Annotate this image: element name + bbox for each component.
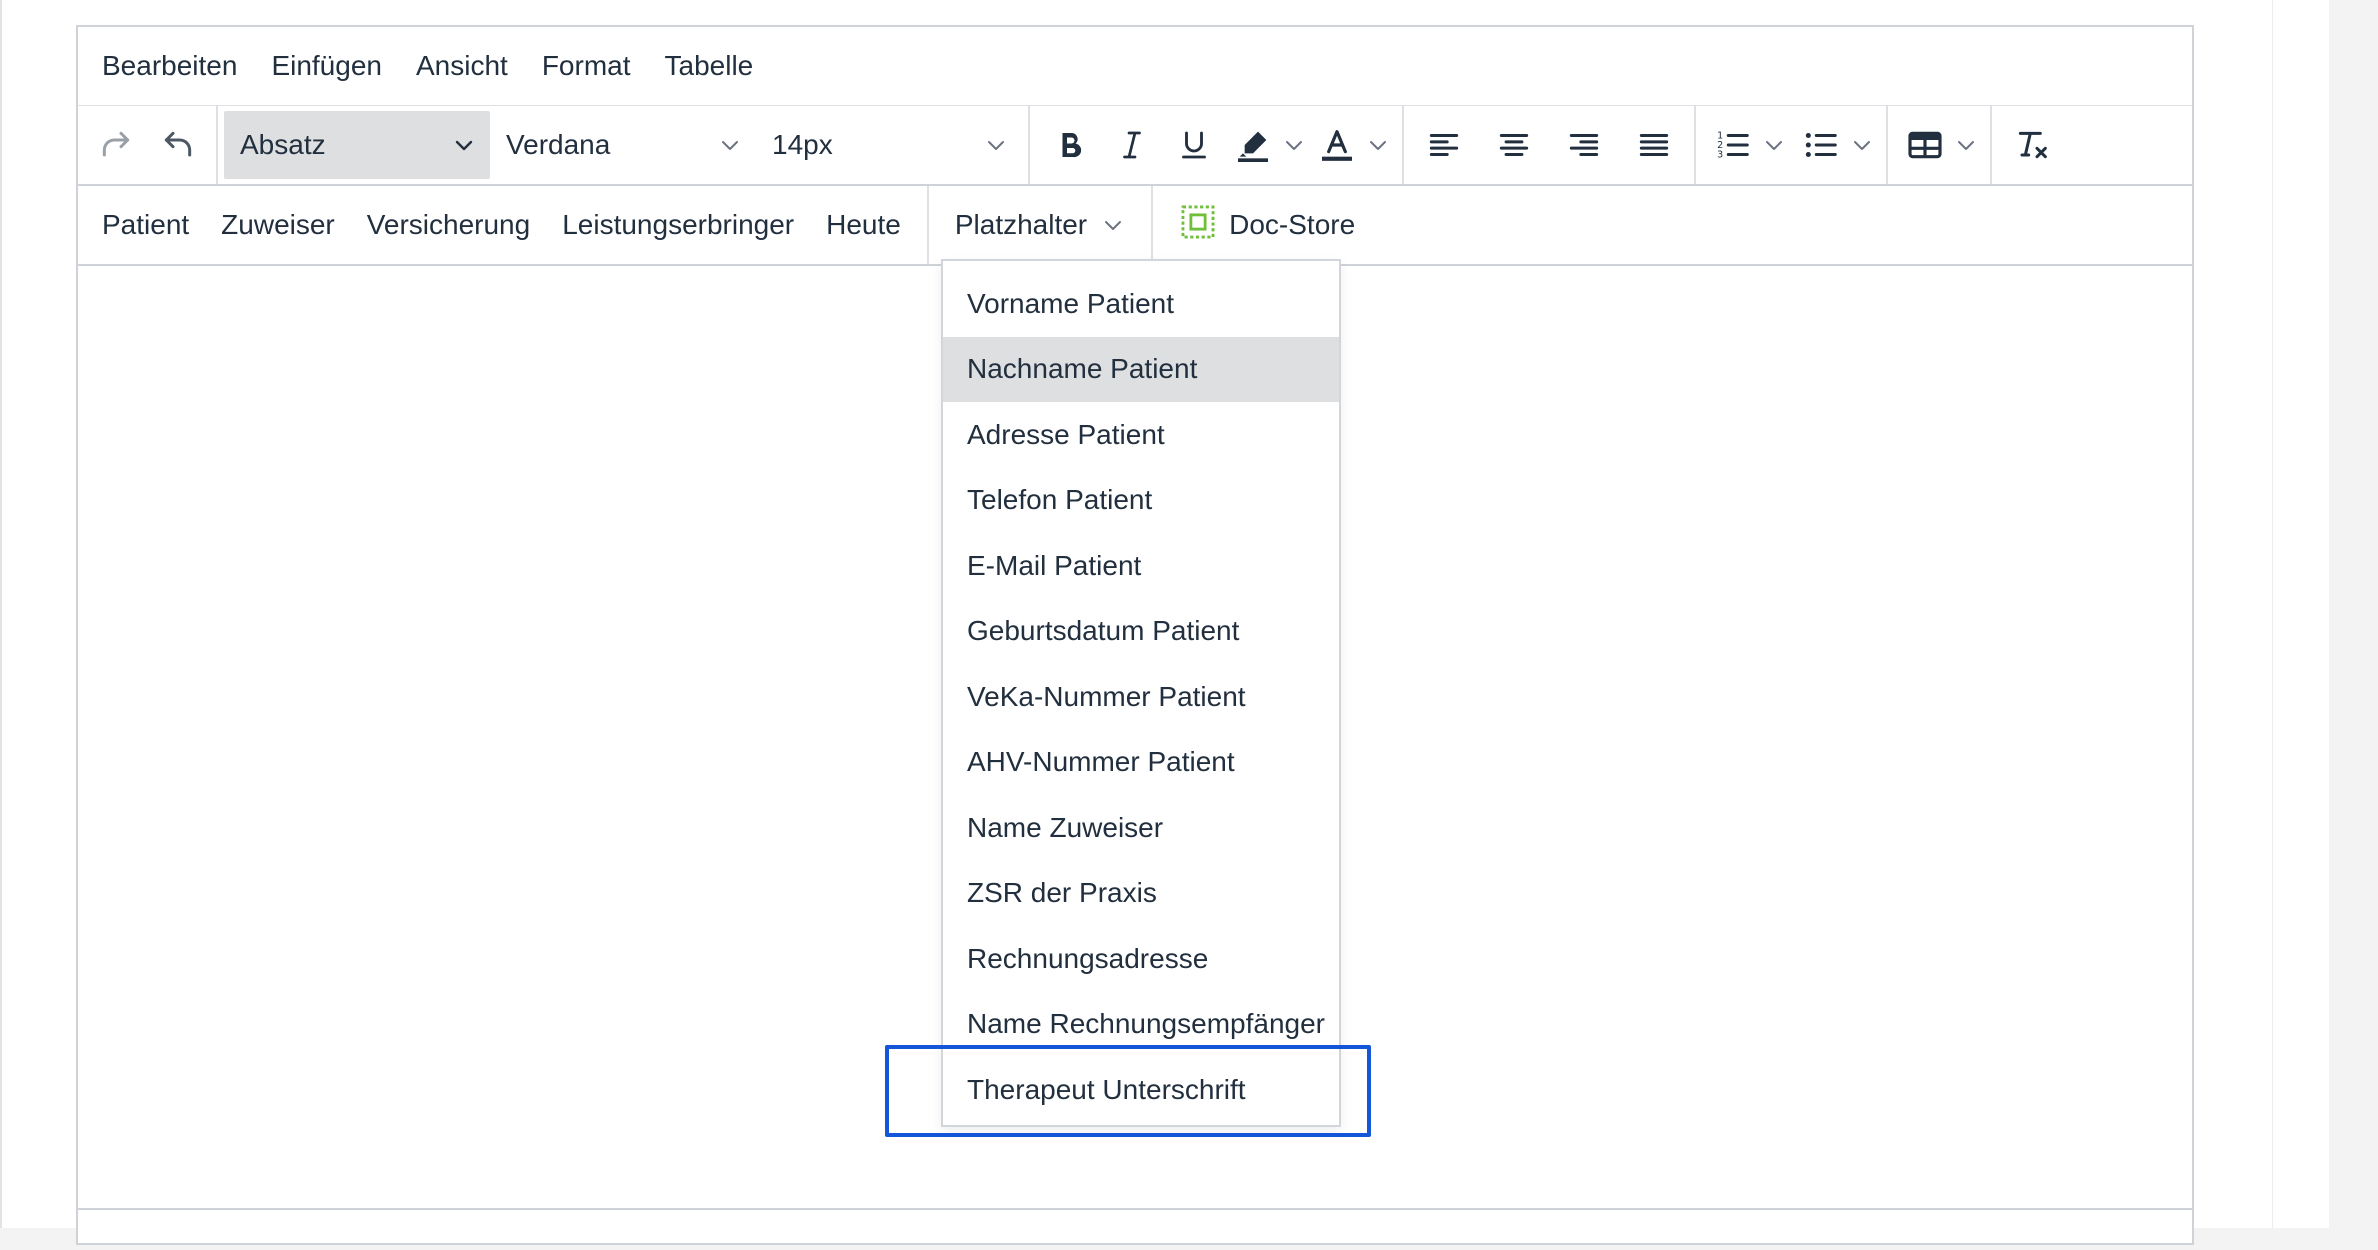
toolbar-separator — [926, 186, 929, 264]
menu-tabelle[interactable]: Tabelle — [665, 50, 754, 82]
menubar: Bearbeiten Einfügen Ansicht Format Tabel… — [78, 27, 2192, 106]
redo-button[interactable] — [88, 113, 144, 177]
italic-icon — [1114, 127, 1150, 163]
numbered-list-split-button[interactable]: 123 — [1708, 113, 1786, 177]
dropdown-item-email-patient[interactable]: E-Mail Patient — [943, 533, 1339, 599]
numbered-list-icon: 123 — [1714, 126, 1752, 164]
bold-icon — [1052, 127, 1088, 163]
chevron-down-icon[interactable] — [1954, 133, 1978, 157]
italic-button[interactable] — [1104, 113, 1160, 177]
redo-icon — [96, 125, 136, 165]
editor-statusbar — [78, 1208, 2192, 1250]
chevron-down-icon[interactable] — [1282, 133, 1306, 157]
doc-store-icon — [1179, 203, 1217, 248]
block-format-value: Absatz — [240, 129, 326, 160]
font-family-value: Verdana — [506, 129, 611, 160]
toolbar-separator — [1151, 186, 1154, 264]
list-group: 123 — [1696, 106, 1888, 184]
highlight-split-button[interactable] — [1228, 113, 1306, 177]
toolbar-zuweiser-button[interactable]: Zuweiser — [205, 209, 351, 241]
platzhalter-label: Platzhalter — [954, 209, 1088, 240]
svg-text:3: 3 — [1717, 150, 1723, 161]
dropdown-item-nachname-patient[interactable]: Nachname Patient — [943, 336, 1339, 402]
bullet-list-button[interactable] — [1796, 113, 1846, 177]
bold-button[interactable] — [1042, 113, 1098, 177]
dropdown-item-name-zuweiser[interactable]: Name Zuweiser — [943, 795, 1339, 861]
clear-format-icon — [2012, 125, 2052, 165]
highlight-icon — [1233, 125, 1273, 165]
chevron-down-icon — [718, 133, 742, 157]
dropdown-item-vorname-patient[interactable]: Vorname Patient — [943, 271, 1339, 337]
chevron-down-icon[interactable] — [1366, 133, 1390, 157]
block-format-select[interactable]: Absatz — [224, 111, 490, 179]
bullet-list-icon — [1802, 126, 1840, 164]
text-style-group — [1030, 106, 1404, 184]
dropdown-item-adresse-patient[interactable]: Adresse Patient — [943, 402, 1339, 468]
platzhalter-dropdown-menu: Vorname Patient Nachname Patient Adresse… — [941, 259, 1341, 1127]
alignment-group — [1404, 106, 1696, 184]
underline-icon — [1176, 127, 1212, 163]
menu-format[interactable]: Format — [542, 50, 631, 82]
align-center-button[interactable] — [1486, 113, 1542, 177]
highlight-box — [885, 1045, 1371, 1137]
dropdown-item-ahv-nummer-patient[interactable]: AHV-Nummer Patient — [943, 730, 1339, 796]
table-button[interactable] — [1900, 113, 1950, 177]
highlight-button[interactable] — [1228, 113, 1278, 177]
font-size-value: 14px — [772, 129, 833, 160]
chevron-down-icon[interactable] — [1850, 133, 1874, 157]
menu-einfuegen[interactable]: Einfügen — [271, 50, 382, 82]
underline-button[interactable] — [1166, 113, 1222, 177]
menu-ansicht[interactable]: Ansicht — [416, 50, 508, 82]
toolbar-versicherung-button[interactable]: Versicherung — [351, 209, 546, 241]
toolbar-leistungserbringer-button[interactable]: Leistungserbringer — [546, 209, 810, 241]
dropdown-item-rechnungsadresse[interactable]: Rechnungsadresse — [943, 926, 1339, 992]
undo-icon — [158, 125, 198, 165]
align-right-button[interactable] — [1556, 113, 1612, 177]
table-icon — [1905, 125, 1945, 165]
dropdown-item-telefon-patient[interactable]: Telefon Patient — [943, 468, 1339, 534]
align-right-icon — [1565, 126, 1603, 164]
scroll-gutter — [2272, 0, 2329, 1228]
text-color-button[interactable] — [1312, 113, 1362, 177]
table-split-button[interactable] — [1900, 113, 1978, 177]
justify-icon — [1635, 126, 1673, 164]
text-select-group: Absatz Verdana 14px — [218, 106, 1030, 184]
clear-format-button[interactable] — [2004, 113, 2060, 177]
justify-button[interactable] — [1626, 113, 1682, 177]
menu-bearbeiten[interactable]: Bearbeiten — [102, 50, 237, 82]
dropdown-item-zsr-der-praxis[interactable]: ZSR der Praxis — [943, 861, 1339, 927]
placeholder-toolbar: Patient Zuweiser Versicherung Leistungse… — [78, 186, 2192, 266]
align-center-icon — [1495, 126, 1533, 164]
numbered-list-button[interactable]: 123 — [1708, 113, 1758, 177]
toolbar-patient-button[interactable]: Patient — [78, 209, 205, 241]
font-size-select[interactable]: 14px — [756, 111, 1022, 179]
dropdown-item-veka-nummer-patient[interactable]: VeKa-Nummer Patient — [943, 664, 1339, 730]
chevron-down-icon — [1101, 213, 1125, 237]
align-left-button[interactable] — [1416, 113, 1472, 177]
undo-button[interactable] — [150, 113, 206, 177]
doc-store-button[interactable]: Doc-Store — [1163, 203, 1371, 248]
table-group — [1888, 106, 1992, 184]
chevron-down-icon[interactable] — [1762, 133, 1786, 157]
chevron-down-icon — [984, 133, 1008, 157]
history-group — [78, 106, 218, 184]
align-left-icon — [1425, 126, 1463, 164]
clear-format-group — [1992, 106, 2072, 184]
dropdown-item-geburtsdatum-patient[interactable]: Geburtsdatum Patient — [943, 599, 1339, 665]
text-color-icon — [1317, 125, 1357, 165]
bullet-list-split-button[interactable] — [1796, 113, 1874, 177]
doc-store-label: Doc-Store — [1229, 209, 1356, 240]
font-family-select[interactable]: Verdana — [490, 111, 756, 179]
text-color-split-button[interactable] — [1312, 113, 1390, 177]
chevron-down-icon — [452, 133, 476, 157]
toolbar-heute-button[interactable]: Heute — [810, 209, 917, 241]
platzhalter-menu-button[interactable]: Platzhalter — [939, 209, 1141, 241]
formatting-toolbar: Absatz Verdana 14px 1 2 3 — [78, 106, 2192, 186]
